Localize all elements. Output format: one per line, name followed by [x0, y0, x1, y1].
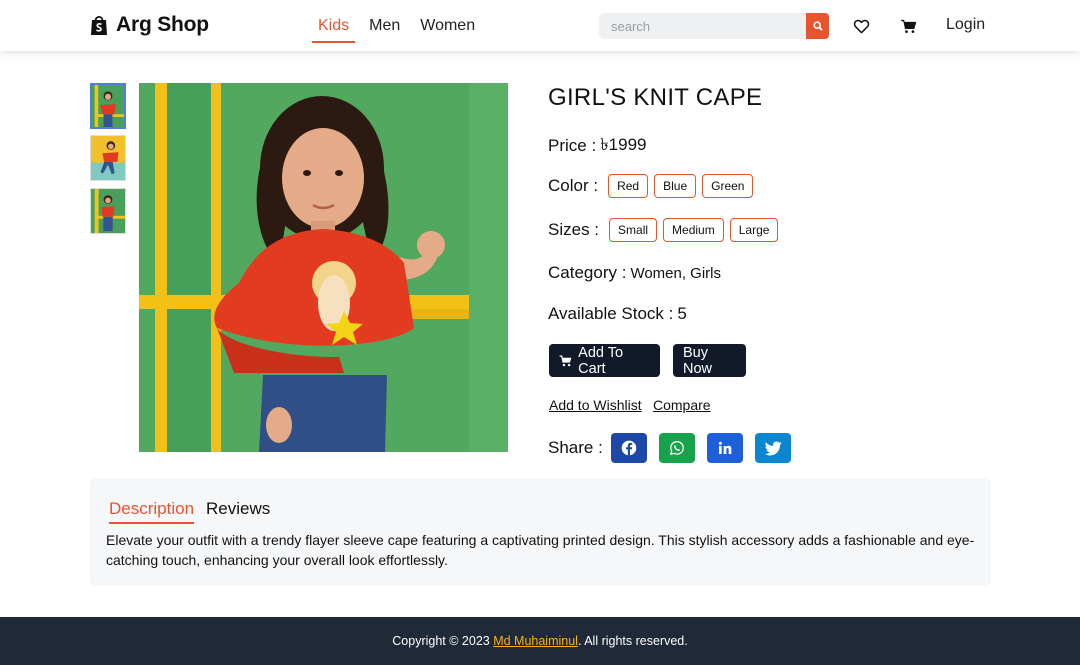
share-label: Share : [548, 438, 603, 457]
shopping-bag-icon [91, 15, 107, 35]
price-label: Price : [548, 136, 597, 155]
product-thumbnail-3[interactable] [90, 188, 126, 234]
search-icon [812, 21, 823, 31]
footer: Copyright © 2023 Md Muhaiminul. All righ… [0, 617, 1080, 665]
size-option-medium[interactable]: Medium [663, 218, 724, 242]
stock-label: Available Stock : [548, 304, 674, 323]
footer-copyright: Copyright © 2023 Md Muhaiminul. All righ… [392, 634, 687, 648]
thumbnail-image [92, 85, 124, 127]
login-link[interactable]: Login [946, 16, 985, 34]
stock-value: 5 [677, 304, 687, 323]
product-thumbnail-1[interactable] [90, 83, 126, 129]
sizes-row: Sizes : Small Medium Large [548, 218, 779, 242]
product-thumbnail-2[interactable] [90, 135, 126, 181]
brand-name: Arg Shop [116, 13, 209, 36]
twitter-icon [764, 441, 782, 455]
tab-description[interactable]: Description [109, 499, 195, 524]
product-main-image [139, 83, 508, 452]
cart-icon [900, 19, 916, 33]
cart-button[interactable] [898, 16, 918, 36]
brand-logo[interactable]: Arg Shop [90, 13, 209, 37]
whatsapp-icon [669, 440, 684, 456]
wishlist-button[interactable] [851, 16, 871, 36]
nav-item-men[interactable]: Men [363, 0, 406, 43]
search-bar [599, 13, 829, 39]
footer-copyright-prefix: Copyright © 2023 [392, 634, 494, 648]
product-info-panel: Description Reviews Elevate your outfit … [90, 478, 991, 586]
compare-link[interactable]: Compare [653, 397, 711, 413]
top-navbar: Arg Shop Kids Men Women Login [0, 0, 1080, 51]
search-input[interactable] [599, 13, 806, 39]
color-option-red[interactable]: Red [608, 174, 649, 198]
color-row: Color : Red Blue Green [548, 174, 754, 198]
price-value: ৳1999 [600, 135, 647, 154]
buy-now-button[interactable]: Buy Now [673, 344, 746, 377]
price-row: Price : ৳1999 [548, 132, 646, 160]
footer-author-link[interactable]: Md Muhaiminul [493, 634, 578, 648]
share-facebook-button[interactable] [611, 433, 647, 463]
category-label: Category : [548, 263, 627, 282]
category-value: Women, Girls [630, 264, 722, 282]
heart-icon [853, 19, 869, 33]
sizes-label: Sizes : [548, 220, 600, 239]
search-button[interactable] [806, 13, 829, 39]
footer-copyright-suffix: . All rights reserved. [577, 634, 688, 648]
thumbnail-image [91, 189, 125, 233]
size-option-large[interactable]: Large [729, 218, 779, 242]
share-whatsapp-button[interactable] [659, 433, 695, 463]
color-option-blue[interactable]: Blue [654, 174, 697, 198]
add-to-cart-label: Add To Cart [578, 344, 624, 377]
nav-item-women[interactable]: Women [414, 0, 481, 43]
facebook-icon [621, 440, 637, 456]
product-title: GIRL'S KNIT CAPE [548, 84, 763, 111]
product-description: Elevate your outfit with a trendy flayer… [106, 532, 975, 568]
share-linkedin-button[interactable] [707, 433, 743, 463]
buy-now-label: Buy Now [683, 344, 713, 377]
main-nav: Kids Men Women [312, 0, 489, 51]
stock-row: Available Stock : 5 [548, 304, 687, 324]
add-to-wishlist-link[interactable]: Add to Wishlist [549, 397, 642, 413]
color-option-green[interactable]: Green [702, 174, 754, 198]
share-twitter-button[interactable] [755, 433, 791, 463]
product-photo [139, 83, 508, 452]
linkedin-icon [718, 441, 732, 454]
thumbnail-image [91, 136, 125, 180]
tab-reviews[interactable]: Reviews [206, 499, 270, 522]
size-option-small[interactable]: Small [609, 218, 658, 242]
category-row: Category : Women, Girls [548, 263, 721, 283]
cart-icon [559, 354, 572, 366]
color-label: Color : [548, 176, 599, 195]
add-to-cart-button[interactable]: Add To Cart [549, 344, 660, 377]
nav-item-kids[interactable]: Kids [312, 0, 356, 43]
